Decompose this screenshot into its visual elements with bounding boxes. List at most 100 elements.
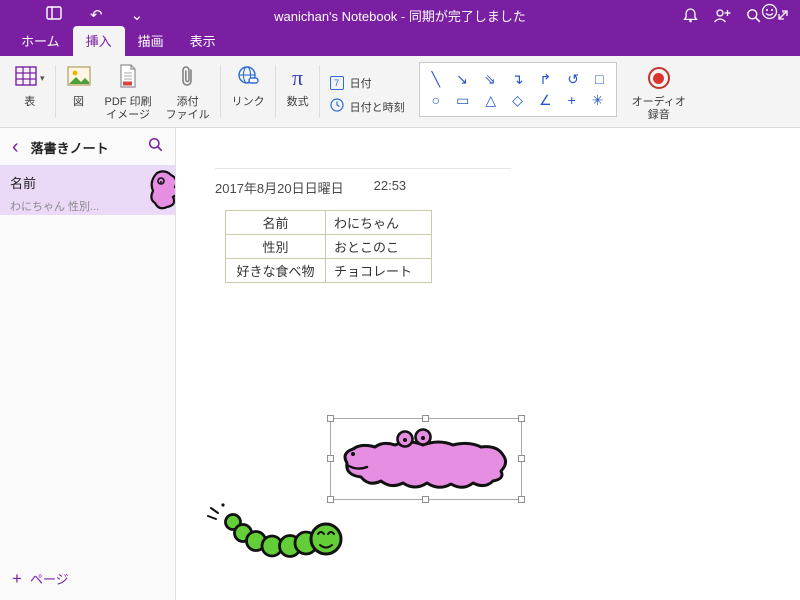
sidebar-toggle-icon[interactable] <box>46 5 62 25</box>
picture-label: 図 <box>73 96 85 108</box>
note-table: 名前 わにちゃん 性別 おとこのこ 好きな食べ物 チョコレート <box>225 210 432 283</box>
note-page-canvas[interactable]: 2017年8月20日日曜日 22:53 名前 わにちゃん 性別 おとこのこ 好き… <box>177 128 800 600</box>
table-cell[interactable]: 名前 <box>225 210 326 235</box>
notebook-section-title: 落書きノート <box>30 140 109 156</box>
table-cell[interactable]: おとこのこ <box>325 234 432 259</box>
pi-equation-icon: π <box>292 65 304 90</box>
date-time-group: 7 日付 日付と時刻 <box>324 56 413 127</box>
feedback-smiley-icon[interactable]: ⌄ <box>761 3 788 20</box>
audio-label-line1: オーディオ <box>631 96 686 108</box>
table-row: 名前 わにちゃん <box>225 210 432 235</box>
pdf-printout-label: PDF 印刷 イメージ <box>105 96 152 122</box>
page-item-thumbnail-crocodile <box>149 169 175 215</box>
sidebar-header: ‹ 落書きノート <box>0 128 175 165</box>
attachment-label: 添付 ファイル <box>166 96 210 122</box>
notifications-bell-icon[interactable] <box>683 7 698 23</box>
shape-star-icon[interactable]: ✳ <box>592 92 604 108</box>
table-grid-icon <box>15 65 37 92</box>
insert-link-button[interactable]: リンク <box>225 56 272 127</box>
page-item-subtitle: わにちゃん 性別... <box>10 201 100 213</box>
ribbon-separator <box>54 65 56 118</box>
pdf-label-line2: イメージ <box>106 109 150 121</box>
insert-equation-button[interactable]: π 数式 <box>280 56 316 127</box>
shape-line-icon[interactable]: ╲ <box>432 71 440 87</box>
chevron-down-icon[interactable]: ⌄ <box>131 8 144 23</box>
shapes-gallery: ╲ ↘ ⇘ ↴ ↱ ↺ □ ○ ▭ △ ◇ ∠ + ✳ <box>418 62 617 117</box>
insert-datetime-button[interactable]: 日付と時刻 <box>329 98 405 115</box>
audio-record-button[interactable]: オーディオ 録音 <box>625 56 693 127</box>
shape-diamond-icon[interactable]: ◇ <box>512 92 523 108</box>
table-row: 好きな食べ物 チョコレート <box>225 258 432 283</box>
insert-table-button[interactable]: ▾ 表 <box>8 56 52 127</box>
ribbon-separator <box>274 65 276 118</box>
shapes-row-1: ╲ ↘ ⇘ ↴ ↱ ↺ □ <box>432 71 604 87</box>
table-label: 表 <box>24 96 36 108</box>
back-button[interactable]: ‹ <box>12 137 19 157</box>
shapes-row-2: ○ ▭ △ ◇ ∠ + ✳ <box>432 92 604 108</box>
pdf-label-line1: PDF 印刷 <box>104 96 152 108</box>
selection-handle-e[interactable] <box>518 455 525 462</box>
page-list-sidebar: ‹ 落書きノート 名前 わにちゃん 性別... + ページ <box>0 128 176 600</box>
shape-ellipse-icon[interactable]: ○ <box>432 92 440 108</box>
smiley-chevron-icon: ⌄ <box>780 6 788 16</box>
link-label: リンク <box>231 96 265 108</box>
table-cell[interactable]: 好きな食べ物 <box>225 258 326 283</box>
shape-square-icon[interactable]: □ <box>595 71 603 87</box>
caterpillar-drawing[interactable] <box>205 500 350 562</box>
shape-corner-arrow-down-icon[interactable]: ↴ <box>512 71 524 87</box>
tab-view[interactable]: 表示 <box>177 26 229 56</box>
crocodile-drawing[interactable] <box>333 421 519 497</box>
selected-image-bounding-box[interactable] <box>327 415 525 503</box>
insert-pdf-printout-button[interactable]: PDF 印刷 イメージ <box>98 56 159 127</box>
plus-icon: + <box>12 568 22 588</box>
add-page-button[interactable]: + ページ <box>12 569 69 588</box>
equation-label: 数式 <box>286 96 309 108</box>
page-item-title: 名前 <box>10 176 37 191</box>
tab-insert[interactable]: 挿入 <box>72 26 125 56</box>
attach-label-line1: 添付 <box>176 96 199 108</box>
attach-label-line2: ファイル <box>165 109 210 121</box>
ribbon-insert: ▾ 表 図 PDF 印刷 イメージ 添付 ファイル リンク π 数式 7 日付 … <box>0 56 800 128</box>
picture-icon <box>66 65 91 91</box>
undo-icon[interactable]: ↶ <box>90 8 103 23</box>
selection-handle-s[interactable] <box>422 496 429 503</box>
link-globe-icon <box>237 65 259 92</box>
table-cell[interactable]: わにちゃん <box>325 210 432 235</box>
sidebar-search-icon[interactable] <box>148 137 163 157</box>
shape-triangle-icon[interactable]: △ <box>485 92 496 108</box>
tab-home[interactable]: ホーム <box>8 26 73 56</box>
table-cell[interactable]: 性別 <box>225 234 326 259</box>
shape-angle-icon[interactable]: ∠ <box>539 92 552 108</box>
add-person-icon[interactable] <box>713 8 731 23</box>
ribbon-separator <box>219 65 221 118</box>
page-date: 2017年8月20日日曜日 <box>215 181 344 196</box>
insert-picture-button[interactable]: 図 <box>60 56 98 127</box>
page-list-item-selected[interactable]: 名前 わにちゃん 性別... <box>0 165 175 215</box>
page-date-block: 2017年8月20日日曜日 22:53 <box>215 168 511 197</box>
audio-label-line2: 録音 <box>647 109 670 121</box>
insert-date-button[interactable]: 7 日付 <box>329 75 405 91</box>
selection-handle-ne[interactable] <box>518 415 525 422</box>
paperclip-icon <box>180 64 196 93</box>
shape-cross-icon[interactable]: + <box>568 92 576 108</box>
shape-corner-arrow-up-icon[interactable]: ↱ <box>539 71 551 87</box>
datetime-label: 日付と時刻 <box>349 101 405 114</box>
shape-rectangle-icon[interactable]: ▭ <box>456 92 469 108</box>
table-row: 性別 おとこのこ <box>225 234 432 259</box>
table-dropdown-icon: ▾ <box>40 72 45 83</box>
ribbon-separator <box>318 65 320 118</box>
shape-double-arrow-icon[interactable]: ⇘ <box>484 71 496 87</box>
date-label: 日付 <box>349 78 372 90</box>
insert-attachment-button[interactable]: 添付 ファイル <box>159 56 217 127</box>
search-icon[interactable] <box>746 8 761 23</box>
shape-arrow-icon[interactable]: ↘ <box>456 71 468 87</box>
audio-record-label: オーディオ 録音 <box>632 96 686 122</box>
record-icon <box>647 67 670 89</box>
page-time: 22:53 <box>373 178 407 193</box>
selection-handle-se[interactable] <box>518 496 525 503</box>
table-cell[interactable]: チョコレート <box>325 258 432 283</box>
calendar-icon: 7 <box>329 76 344 90</box>
tab-draw[interactable]: 描画 <box>125 26 177 56</box>
pdf-printout-icon <box>118 63 138 93</box>
shape-loop-arrow-icon[interactable]: ↺ <box>567 71 579 87</box>
